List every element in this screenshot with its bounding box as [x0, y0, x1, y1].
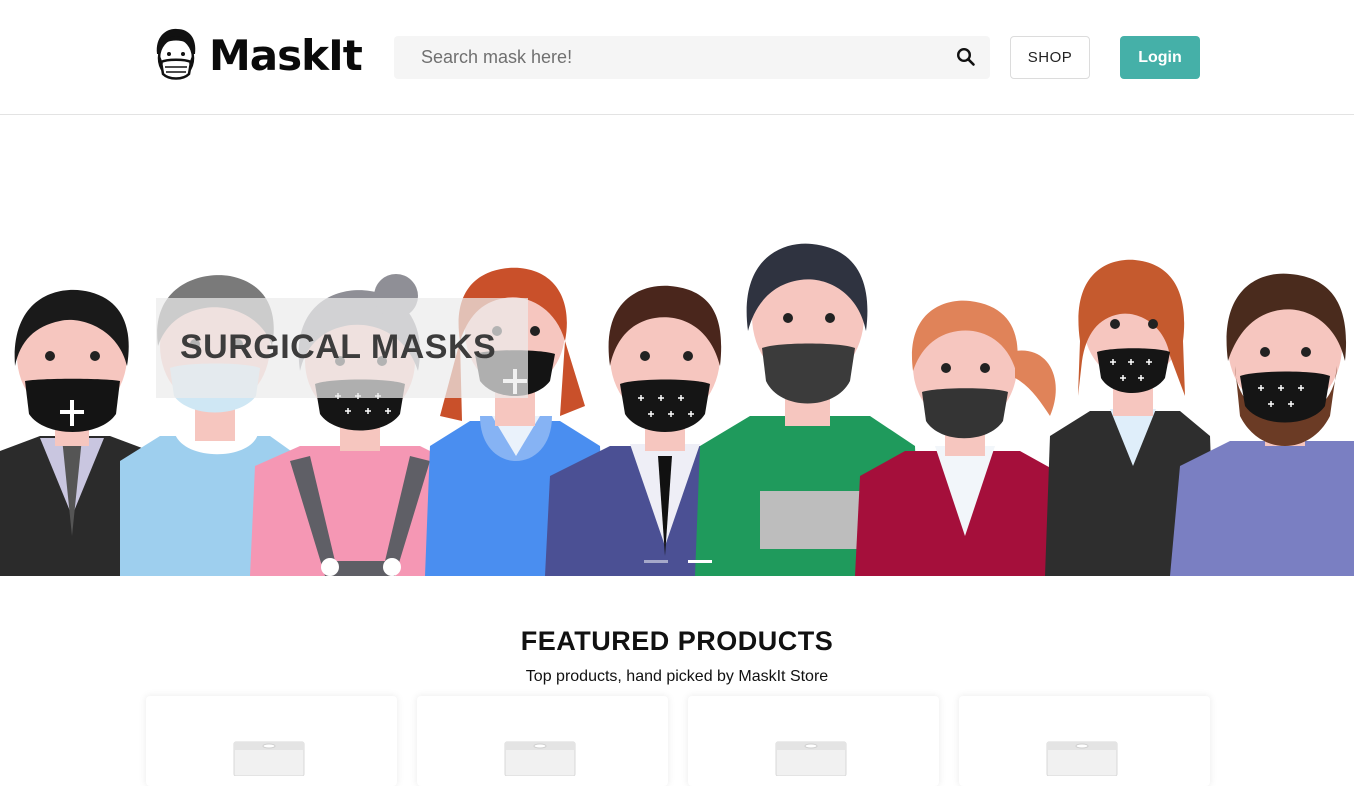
masked-face-icon	[156, 28, 196, 80]
search-bar	[394, 36, 990, 79]
mask-package-icon	[775, 741, 847, 776]
product-card[interactable]	[688, 696, 939, 786]
search-icon[interactable]	[956, 47, 976, 67]
product-card[interactable]	[959, 696, 1210, 786]
mask-package-icon	[504, 741, 576, 776]
carousel-indicator-1[interactable]	[644, 560, 668, 563]
site-header: MaskIt SHOP Login	[0, 0, 1354, 115]
mask-package-icon	[1046, 741, 1118, 776]
featured-products-title: FEATURED PRODUCTS	[520, 626, 834, 656]
search-input[interactable]	[394, 36, 934, 79]
product-card[interactable]	[417, 696, 668, 786]
hero-carousel[interactable]: SURGICAL MASKS	[0, 116, 1354, 576]
carousel-indicator-2-active[interactable]	[688, 560, 712, 563]
product-card[interactable]	[146, 696, 397, 786]
brand-logo[interactable]: MaskIt	[151, 26, 363, 84]
brand-name: MaskIt	[209, 30, 363, 80]
login-button[interactable]: Login	[1120, 36, 1200, 79]
mask-package-icon	[233, 741, 305, 776]
featured-products-subtitle: Top products, hand picked by MaskIt Stor…	[525, 668, 829, 685]
slide-caption: SURGICAL MASKS	[180, 328, 497, 366]
person-9	[1170, 273, 1354, 576]
shop-button[interactable]: SHOP	[1010, 36, 1090, 79]
